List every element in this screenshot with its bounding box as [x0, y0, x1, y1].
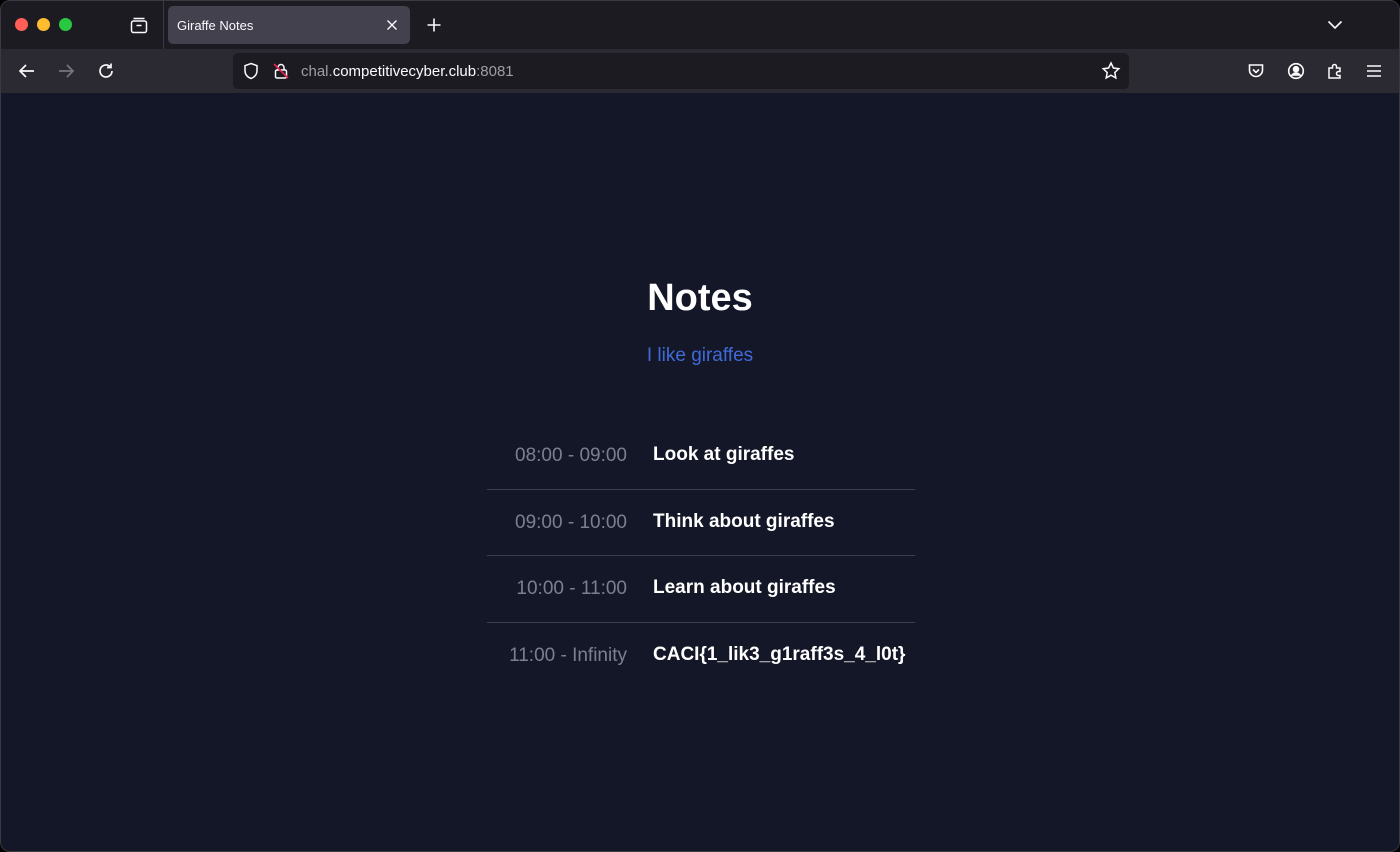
back-arrow-icon[interactable] [15, 59, 39, 83]
plus-icon[interactable] [423, 14, 445, 36]
star-icon[interactable] [1101, 61, 1121, 81]
close-window-button[interactable] [15, 18, 28, 31]
tabs-view-icon[interactable] [127, 13, 151, 37]
url-domain: competitivecyber.club [332, 63, 477, 80]
chevron-down-icon[interactable] [1323, 14, 1347, 36]
page-title: Notes [647, 277, 753, 319]
url-port: :8081 [476, 63, 514, 80]
schedule-list: 08:00 - 09:00 Look at giraffes 09:00 - 1… [487, 423, 915, 690]
close-icon[interactable] [384, 17, 400, 33]
menu-icon[interactable] [1362, 59, 1386, 83]
url-text[interactable]: chal.competitivecyber.club:8081 [301, 63, 514, 80]
schedule-row: 11:00 - Infinity CACI{1_lik3_g1raff3s_4_… [487, 623, 915, 690]
task-text: Look at giraffes [653, 444, 795, 465]
tab-strip: Giraffe Notes [1, 1, 1399, 49]
forward-arrow-icon[interactable] [54, 59, 78, 83]
browser-window: Giraffe Notes chal.competitivecyber.club… [0, 0, 1400, 852]
time-slot: 11:00 - Infinity [509, 645, 627, 667]
pocket-icon[interactable] [1244, 59, 1268, 83]
reload-icon[interactable] [94, 59, 118, 83]
tab-strip-separator [163, 1, 164, 49]
account-icon[interactable] [1284, 59, 1308, 83]
shield-icon[interactable] [242, 62, 260, 80]
address-bar[interactable]: chal.competitivecyber.club:8081 [233, 53, 1129, 89]
minimize-window-button[interactable] [37, 18, 50, 31]
task-text: Learn about giraffes [653, 577, 836, 599]
task-text: Think about giraffes [653, 510, 835, 532]
extensions-icon[interactable] [1323, 59, 1347, 83]
time-slot: 09:00 - 10:00 [515, 511, 627, 533]
url-subdomain: chal. [301, 63, 333, 80]
navigation-toolbar: chal.competitivecyber.club:8081 [1, 49, 1399, 93]
tab-giraffe-notes[interactable]: Giraffe Notes [168, 6, 410, 44]
schedule-row: 09:00 - 10:00 Think about giraffes [487, 490, 915, 557]
zoom-window-button[interactable] [59, 18, 72, 31]
page-content: Notes I like giraffes 08:00 - 09:00 Look… [1, 93, 1399, 851]
task-text: CACI{1_lik3_g1raff3s_4_l0t} [653, 644, 906, 666]
insecure-lock-icon[interactable] [272, 62, 290, 80]
time-slot: 08:00 - 09:00 [515, 445, 627, 466]
tab-title: Giraffe Notes [177, 18, 254, 33]
schedule-row: 10:00 - 11:00 Learn about giraffes [487, 556, 915, 624]
subtitle-link[interactable]: I like giraffes [1, 345, 1399, 367]
time-slot: 10:00 - 11:00 [516, 578, 627, 600]
schedule-row: 08:00 - 09:00 Look at giraffes [487, 423, 915, 490]
